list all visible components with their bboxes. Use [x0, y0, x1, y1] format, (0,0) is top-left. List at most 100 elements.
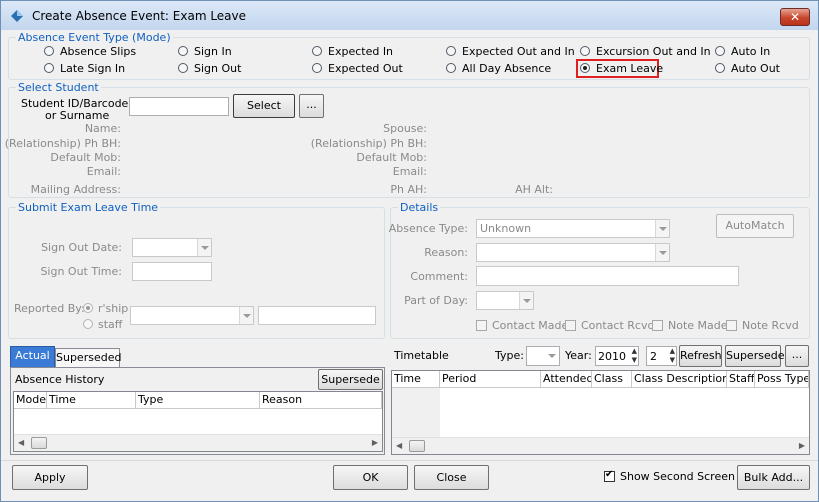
year-spinner[interactable]: 2010 ▲ ▼ [595, 346, 639, 366]
window-title: Create Absence Event: Exam Leave [32, 9, 247, 23]
tab-actual[interactable]: Actual [10, 346, 55, 367]
column-header[interactable]: Reason [260, 392, 382, 409]
column-header[interactable]: Class Description [632, 371, 727, 388]
radio-label: Sign In [194, 45, 232, 58]
absence-type-label: Absence Type: [388, 222, 468, 235]
spouse-label: Spouse: [383, 122, 427, 135]
timetable-type-combo[interactable] [526, 346, 560, 366]
note-made-checkbox[interactable] [652, 320, 663, 331]
student-more-button[interactable]: ... [299, 94, 324, 118]
bulk-add-button[interactable]: Bulk Add... [737, 465, 810, 490]
absence-type-combo[interactable]: Unknown [476, 219, 670, 238]
column-header[interactable]: Time [47, 392, 136, 409]
automatch-button[interactable]: AutoMatch [716, 214, 794, 238]
radio-auto-in[interactable] [715, 46, 725, 56]
name-label: Name: [84, 122, 121, 135]
contact-rcvd-label: Contact Rcvd [581, 319, 655, 332]
mailing-address-label: Mailing Address: [30, 183, 121, 196]
row-header-area [392, 388, 440, 439]
app-icon [11, 10, 23, 22]
radio-label: All Day Absence [462, 62, 552, 75]
note-rcvd-checkbox[interactable] [726, 320, 737, 331]
column-header[interactable]: Staff [727, 371, 755, 388]
ph-bh-label: (Relationship) Ph BH: [4, 137, 121, 150]
details-title: Details [398, 201, 441, 214]
reason-combo[interactable] [476, 243, 670, 262]
contact-made-checkbox[interactable] [476, 320, 487, 331]
comment-label: Comment: [410, 270, 468, 283]
history-supersede-button[interactable]: Supersede [318, 369, 383, 390]
timetable-title: Timetable [394, 349, 449, 362]
ah-alt-label: AH Alt: [515, 183, 553, 196]
submit-time-title: Submit Exam Leave Time [16, 201, 161, 214]
staff-label: staff [98, 318, 123, 331]
timetable-hscrollbar[interactable]: ◀ ▶ [392, 437, 809, 454]
close-button[interactable]: Close [414, 465, 489, 490]
radio-rship[interactable] [83, 303, 93, 313]
reported-by-label: Reported By: [14, 302, 85, 315]
contact-rcvd-checkbox[interactable] [565, 320, 576, 331]
column-header[interactable]: Attended [541, 371, 592, 388]
ph-bh-label-2: (Relationship) Ph BH: [310, 137, 427, 150]
ph-ah-label: Ph AH: [390, 183, 427, 196]
sign-out-time-label: Sign Out Time: [40, 265, 122, 278]
title-bar: Create Absence Event: Exam Leave ✕ [1, 1, 818, 30]
column-header[interactable]: Period [440, 371, 541, 388]
timetable-more-button[interactable]: ... [785, 345, 809, 367]
radio-staff[interactable] [83, 319, 93, 329]
comment-input[interactable] [476, 266, 739, 286]
radio-expected-in[interactable] [312, 46, 322, 56]
column-header[interactable]: Class [592, 371, 632, 388]
radio-exam-leave[interactable] [580, 63, 590, 73]
radio-sign-in[interactable] [178, 46, 188, 56]
column-header[interactable]: Time [392, 371, 440, 388]
email-label-2: Email: [392, 165, 427, 178]
spinner-arrows-icon: ▲ ▼ [669, 347, 675, 364]
surname-label: or Surname [45, 109, 110, 122]
student-id-input[interactable] [129, 97, 229, 116]
radio-sign-out[interactable] [178, 63, 188, 73]
radio-late-sign-in[interactable] [44, 63, 54, 73]
apply-button[interactable]: Apply [12, 465, 88, 490]
radio-all-day-absence[interactable] [446, 63, 456, 73]
radio-label: Excursion Out and In [596, 45, 711, 58]
radio-label: Auto In [731, 45, 771, 58]
reported-by-name-input[interactable] [258, 306, 376, 325]
year-label: Year: [565, 349, 592, 362]
timetable-supersede-button[interactable]: Supersede [725, 345, 784, 367]
column-header[interactable]: Poss Type [755, 371, 809, 388]
ok-button[interactable]: OK [333, 465, 408, 490]
radio-label: Expected In [328, 45, 394, 58]
radio-label: Exam Leave [596, 62, 664, 75]
radio-auto-out[interactable] [715, 63, 725, 73]
week-spinner[interactable]: 2 ▲ ▼ [646, 346, 677, 366]
dialog-window: Create Absence Event: Exam Leave ✕ Absen… [0, 0, 819, 502]
email-label: Email: [86, 165, 121, 178]
refresh-button[interactable]: Refresh [679, 345, 722, 367]
part-of-day-label: Part of Day: [404, 294, 468, 307]
close-window-button[interactable]: ✕ [780, 8, 810, 26]
radio-label: Late Sign In [60, 62, 126, 75]
tab-superseded[interactable]: Superseded [55, 348, 121, 368]
radio-excursion-out-and-in[interactable] [580, 46, 590, 56]
radio-label: Expected Out [328, 62, 403, 75]
default-mob-label: Default Mob: [50, 151, 121, 164]
sign-out-time-input[interactable] [132, 262, 212, 281]
column-header[interactable]: Mode [14, 392, 47, 409]
show-second-screen-checkbox[interactable] [604, 469, 615, 482]
reported-by-combo[interactable] [130, 306, 254, 325]
sign-out-date-label: Sign Out Date: [41, 241, 122, 254]
history-hscrollbar[interactable]: ◀ ▶ [14, 434, 382, 451]
mode-group-title: Absence Event Type (Mode) [16, 31, 173, 44]
radio-label: Auto Out [731, 62, 780, 75]
part-of-day-combo[interactable] [476, 291, 534, 310]
radio-absence-slips[interactable] [44, 46, 54, 56]
radio-expected-out-and-in[interactable] [446, 46, 456, 56]
timetable-grid: Time Period Attended Class Class Descrip… [391, 370, 810, 455]
column-header[interactable]: Type [136, 392, 260, 409]
absence-history-grid: Mode Time Type Reason ◀ ▶ [13, 391, 383, 452]
sign-out-date-picker[interactable] [132, 238, 212, 257]
radio-expected-out[interactable] [312, 63, 322, 73]
footer-divider [1, 460, 818, 461]
select-student-button[interactable]: Select [233, 94, 295, 118]
